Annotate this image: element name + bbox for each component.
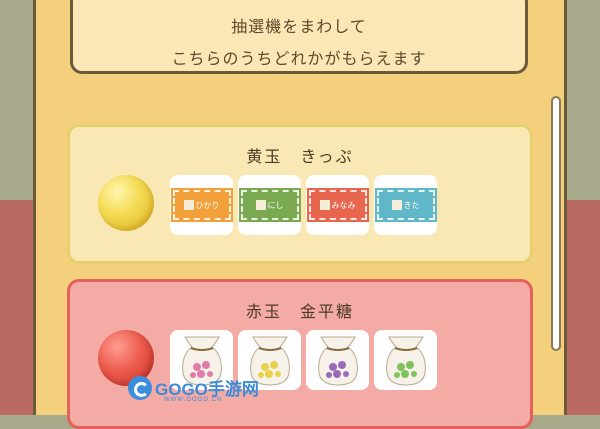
background-right-edge bbox=[564, 0, 600, 415]
prize-item-ticket[interactable]: にし bbox=[238, 175, 301, 235]
yellow-ball-icon bbox=[98, 175, 154, 231]
ticket-label: みなみ bbox=[331, 200, 356, 210]
prize-item-ticket[interactable]: きた bbox=[374, 175, 437, 235]
ticket-label: きた bbox=[403, 200, 420, 210]
message-line-1: 抽選機をまわして bbox=[231, 17, 367, 36]
message-box: 抽選機をまわして こちらのうちどれかがもらえます bbox=[70, 0, 528, 74]
scrollbar[interactable] bbox=[551, 96, 561, 351]
watermark: GOGO手游网 WWW.GOGO.CN bbox=[128, 375, 259, 403]
prize-items: ひかり にし みなみ きた bbox=[170, 175, 437, 235]
ticket-label: にし bbox=[267, 200, 284, 210]
ticket-label: ひかり bbox=[195, 200, 220, 210]
prize-item-ticket[interactable]: みなみ bbox=[306, 175, 369, 235]
ticket-icon: みなみ bbox=[306, 188, 369, 222]
prize-title: 赤玉 金平糖 bbox=[245, 302, 354, 321]
background-left-edge bbox=[0, 0, 36, 415]
candy-bag-icon bbox=[317, 336, 358, 386]
ticket-icon: にし bbox=[238, 188, 301, 222]
watermark-sub: WWW.GOGO.CN bbox=[164, 397, 223, 403]
prize-item-candy[interactable] bbox=[374, 330, 437, 390]
prize-card-red[interactable]: 赤玉 金平糖 bbox=[67, 279, 533, 429]
prize-item-ticket[interactable]: ひかり bbox=[170, 175, 233, 235]
gogo-logo-icon bbox=[128, 375, 152, 400]
ticket-icon: ひかり bbox=[170, 188, 233, 222]
message-line-2: こちらのうちどれかがもらえます bbox=[171, 49, 427, 68]
prize-title: 黄玉 きっぷ bbox=[246, 147, 354, 166]
ticket-icon: きた bbox=[374, 188, 437, 222]
candy-bag-icon bbox=[385, 336, 426, 386]
prize-card-yellow[interactable]: 黄玉 きっぷ ひかり にし みなみ きた bbox=[67, 124, 533, 264]
prize-item-candy[interactable] bbox=[306, 330, 369, 390]
